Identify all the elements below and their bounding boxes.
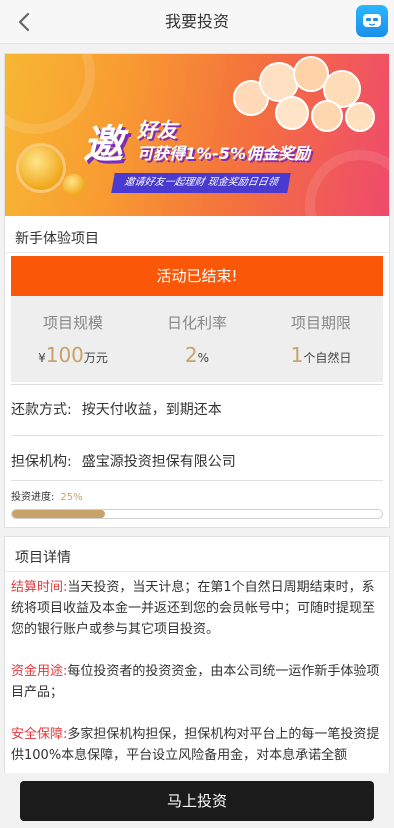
- banner-headline: 好友: [137, 118, 177, 142]
- divider: [11, 384, 383, 385]
- guarantor-row: 担保机构: 盛宝源投资担保有限公司: [11, 451, 236, 471]
- coin-icon: [63, 174, 85, 196]
- kids-illustration: [215, 56, 383, 136]
- banner-ribbon: 邀请好友一起理财 现金奖励日日领: [111, 173, 291, 193]
- top-nav-bar: 我要投资: [0, 0, 394, 44]
- banner-big-char: 邀: [83, 122, 123, 168]
- stat-label: 项目期限: [290, 314, 351, 332]
- banner-subline: 可获得1%-5%佣金奖励: [137, 144, 310, 163]
- guarantor-label: 担保机构:: [11, 454, 72, 470]
- detail-paragraph: 资金用途:每位投资者的投资资金，由本公司统一运作新手体验项目产品；: [11, 664, 380, 700]
- detail-paragraph: 结算时间:当天投资，当天计息；在第1个自然日周期结束时，系统将项目收益及本金一并…: [11, 580, 376, 637]
- divider: [11, 480, 383, 481]
- progress-row: 投资进度: 25%: [11, 488, 83, 503]
- detail-paragraph: 安全保障:多家担保机构担保，担保机构对平台上的每一笔投资提供100%本息保障，平…: [11, 727, 380, 763]
- progress-percent: 25%: [60, 492, 83, 503]
- invite-banner[interactable]: 邀 好友 可获得1%-5%佣金奖励 邀请好友一起理财 现金奖励日日领: [5, 54, 389, 216]
- divider: [5, 252, 389, 253]
- project-detail-card: 项目详情 结算时间:当天投资，当天计息；在第1个自然日周期结束时，系统将项目收益…: [4, 536, 390, 796]
- bottom-bar: 马上投资: [0, 773, 394, 828]
- stat-term: 项目期限 1个自然日: [259, 296, 383, 367]
- page-title: 我要投资: [164, 12, 229, 31]
- stat-value: 1个自然日: [290, 343, 352, 367]
- stat-value: 2%: [184, 343, 210, 367]
- project-card: 邀 好友 可获得1%-5%佣金奖励 邀请好友一起理财 现金奖励日日领 新手体验项…: [4, 53, 390, 528]
- divider: [11, 435, 383, 436]
- invest-now-button[interactable]: 马上投资: [20, 781, 374, 821]
- progress-label: 投资进度:: [11, 492, 55, 503]
- repay-method-row: 还款方式: 按天付收益，到期还本: [11, 399, 222, 419]
- stat-scale: 项目规模 ¥100万元: [11, 296, 135, 367]
- project-stats: 项目规模 ¥100万元 日化利率 2% 项目期限 1个自然日: [11, 296, 383, 382]
- detail-body: 结算时间:当天投资，当天计息；在第1个自然日周期结束时，系统将项目收益及本金一并…: [11, 577, 385, 787]
- stat-label: 日化利率: [166, 314, 227, 332]
- guarantor-value: 盛宝源投资担保有限公司: [81, 454, 236, 470]
- divider: [5, 571, 389, 572]
- repay-label: 还款方式:: [11, 402, 72, 418]
- progress-bar: [11, 509, 383, 519]
- stat-label: 项目规模: [42, 314, 103, 332]
- progress-fill: [12, 510, 105, 518]
- project-title: 新手体验项目: [15, 231, 99, 247]
- repay-value: 按天付收益，到期还本: [81, 402, 222, 418]
- coin-icon: [19, 146, 63, 190]
- detail-title: 项目详情: [15, 550, 71, 566]
- customer-service-icon: [363, 14, 381, 27]
- stat-value: ¥100万元: [38, 343, 108, 367]
- stat-rate: 日化利率 2%: [135, 296, 259, 367]
- customer-service-button[interactable]: [356, 5, 388, 37]
- status-banner: 活动已结束!: [11, 256, 383, 296]
